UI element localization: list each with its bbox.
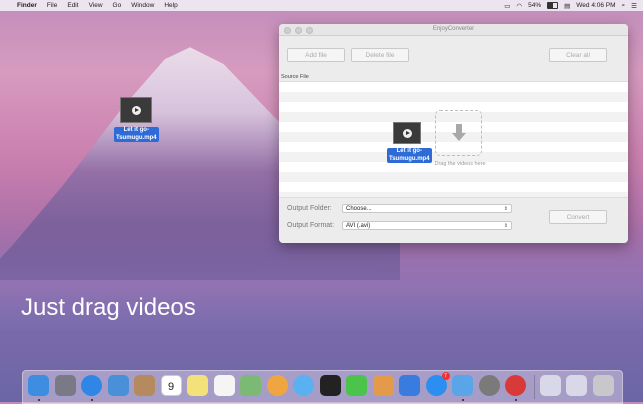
input-source-icon[interactable]: ▤ xyxy=(564,2,570,10)
pages-icon[interactable] xyxy=(372,375,394,396)
mail-icon[interactable] xyxy=(107,375,129,396)
launchpad-icon[interactable] xyxy=(54,375,76,396)
enjoyconverter-icon[interactable] xyxy=(505,375,526,396)
desktop-video-file[interactable]: Let it go- Tsumugu.mp4 xyxy=(114,97,159,144)
close-window-button[interactable] xyxy=(284,27,291,34)
output-format-select[interactable]: AVI (.avi) ⇕ xyxy=(342,221,512,230)
xcode-icon[interactable] xyxy=(452,375,473,396)
drop-hint: Drag the videos here xyxy=(434,161,486,167)
convert-button[interactable]: Convert xyxy=(549,210,607,224)
zoom-window-button[interactable] xyxy=(306,27,313,34)
maps-icon[interactable] xyxy=(240,375,261,396)
calendar-day: 9 xyxy=(167,381,175,393)
airplay-icon[interactable]: ▭ xyxy=(504,2,510,10)
desktop-file-name-line1: Let it go- xyxy=(123,127,149,133)
system-preferences-icon[interactable] xyxy=(478,375,500,396)
qq-icon[interactable] xyxy=(319,375,341,396)
download-arrow-icon xyxy=(451,124,466,142)
finder-icon[interactable] xyxy=(28,375,49,396)
source-file-list[interactable]: Let it go- Tsumugu.mp4 Drag the videos h… xyxy=(279,81,628,198)
menu-go[interactable]: Go xyxy=(108,2,127,9)
downloads-folder-icon[interactable] xyxy=(566,375,587,396)
reminders-icon[interactable] xyxy=(213,375,235,396)
headline-text: Just drag videos xyxy=(21,294,196,321)
dragged-file-name: Let it go- Tsumugu.mp4 xyxy=(387,148,432,163)
wifi-icon[interactable]: ◠ xyxy=(516,2,522,10)
update-count-badge: 7 xyxy=(441,372,450,380)
dragged-file-name-line2: Tsumugu.mp4 xyxy=(389,155,430,162)
facetime-icon[interactable] xyxy=(346,375,367,396)
dock: 97 xyxy=(22,370,623,404)
source-file-header: Source File xyxy=(281,74,309,80)
menu-file[interactable]: File xyxy=(42,2,62,9)
safari-icon[interactable] xyxy=(81,375,102,396)
drop-zone[interactable] xyxy=(435,110,482,156)
window-title: EnjoyConverter xyxy=(432,26,475,32)
output-format-label: Output Format: xyxy=(287,222,335,229)
output-folder-label: Output Folder: xyxy=(287,205,332,212)
running-indicator xyxy=(37,399,40,401)
minimize-window-button[interactable] xyxy=(295,27,302,34)
video-thumbnail-icon xyxy=(120,97,152,123)
spotlight-search-icon[interactable]: ⌕ xyxy=(622,2,626,10)
delete-file-button[interactable]: Delete file xyxy=(351,48,409,62)
output-folder-value: Choose... xyxy=(346,206,372,212)
menu-window[interactable]: Window xyxy=(126,2,159,9)
add-file-button[interactable]: Add file xyxy=(287,48,345,62)
output-folder-select[interactable]: Choose... ⇕ xyxy=(342,204,512,213)
photos-icon[interactable] xyxy=(266,375,288,396)
menu-view[interactable]: View xyxy=(84,2,108,9)
messages-icon[interactable] xyxy=(293,375,314,396)
contacts-icon[interactable] xyxy=(134,375,155,396)
menu-edit[interactable]: Edit xyxy=(62,2,83,9)
video-thumbnail-icon xyxy=(393,122,421,144)
clock[interactable]: Wed 4:06 PM xyxy=(576,2,615,9)
menu-app-name[interactable]: Finder xyxy=(12,2,42,9)
running-indicator xyxy=(90,399,93,401)
clear-all-button[interactable]: Clear all xyxy=(549,48,607,62)
menu-bar: Finder File Edit View Go Window Help ▭ ◠… xyxy=(0,0,643,11)
calendar-icon[interactable]: 9 xyxy=(160,375,182,396)
dragged-file-name-line1: Let it go- xyxy=(396,148,422,154)
menu-help[interactable]: Help xyxy=(159,2,182,9)
desktop-file-name-line2: Tsumugu.mp4 xyxy=(116,134,157,141)
dock-separator xyxy=(533,375,535,399)
trash-icon[interactable] xyxy=(592,375,614,396)
battery-percent: 54% xyxy=(528,2,542,9)
dragged-video-file[interactable]: Let it go- Tsumugu.mp4 xyxy=(387,122,432,165)
notification-center-icon[interactable]: ☰ xyxy=(631,2,637,10)
running-indicator xyxy=(514,399,517,401)
enjoyconverter-window: EnjoyConverter Add file Delete file Clea… xyxy=(279,24,628,243)
output-format-value: AVI (.avi) xyxy=(346,223,371,229)
chevron-updown-icon: ⇕ xyxy=(503,206,508,212)
desktop-file-name: Let it go- Tsumugu.mp4 xyxy=(114,127,159,142)
chevron-updown-icon: ⇕ xyxy=(503,223,508,229)
app-store-icon[interactable]: 7 xyxy=(425,372,450,396)
notes-icon[interactable] xyxy=(187,375,208,396)
desktop-folder-icon[interactable] xyxy=(539,375,561,396)
keynote-icon[interactable] xyxy=(399,375,420,396)
window-titlebar[interactable]: EnjoyConverter xyxy=(279,24,628,36)
running-indicator xyxy=(461,399,464,401)
battery-icon[interactable] xyxy=(547,2,559,9)
